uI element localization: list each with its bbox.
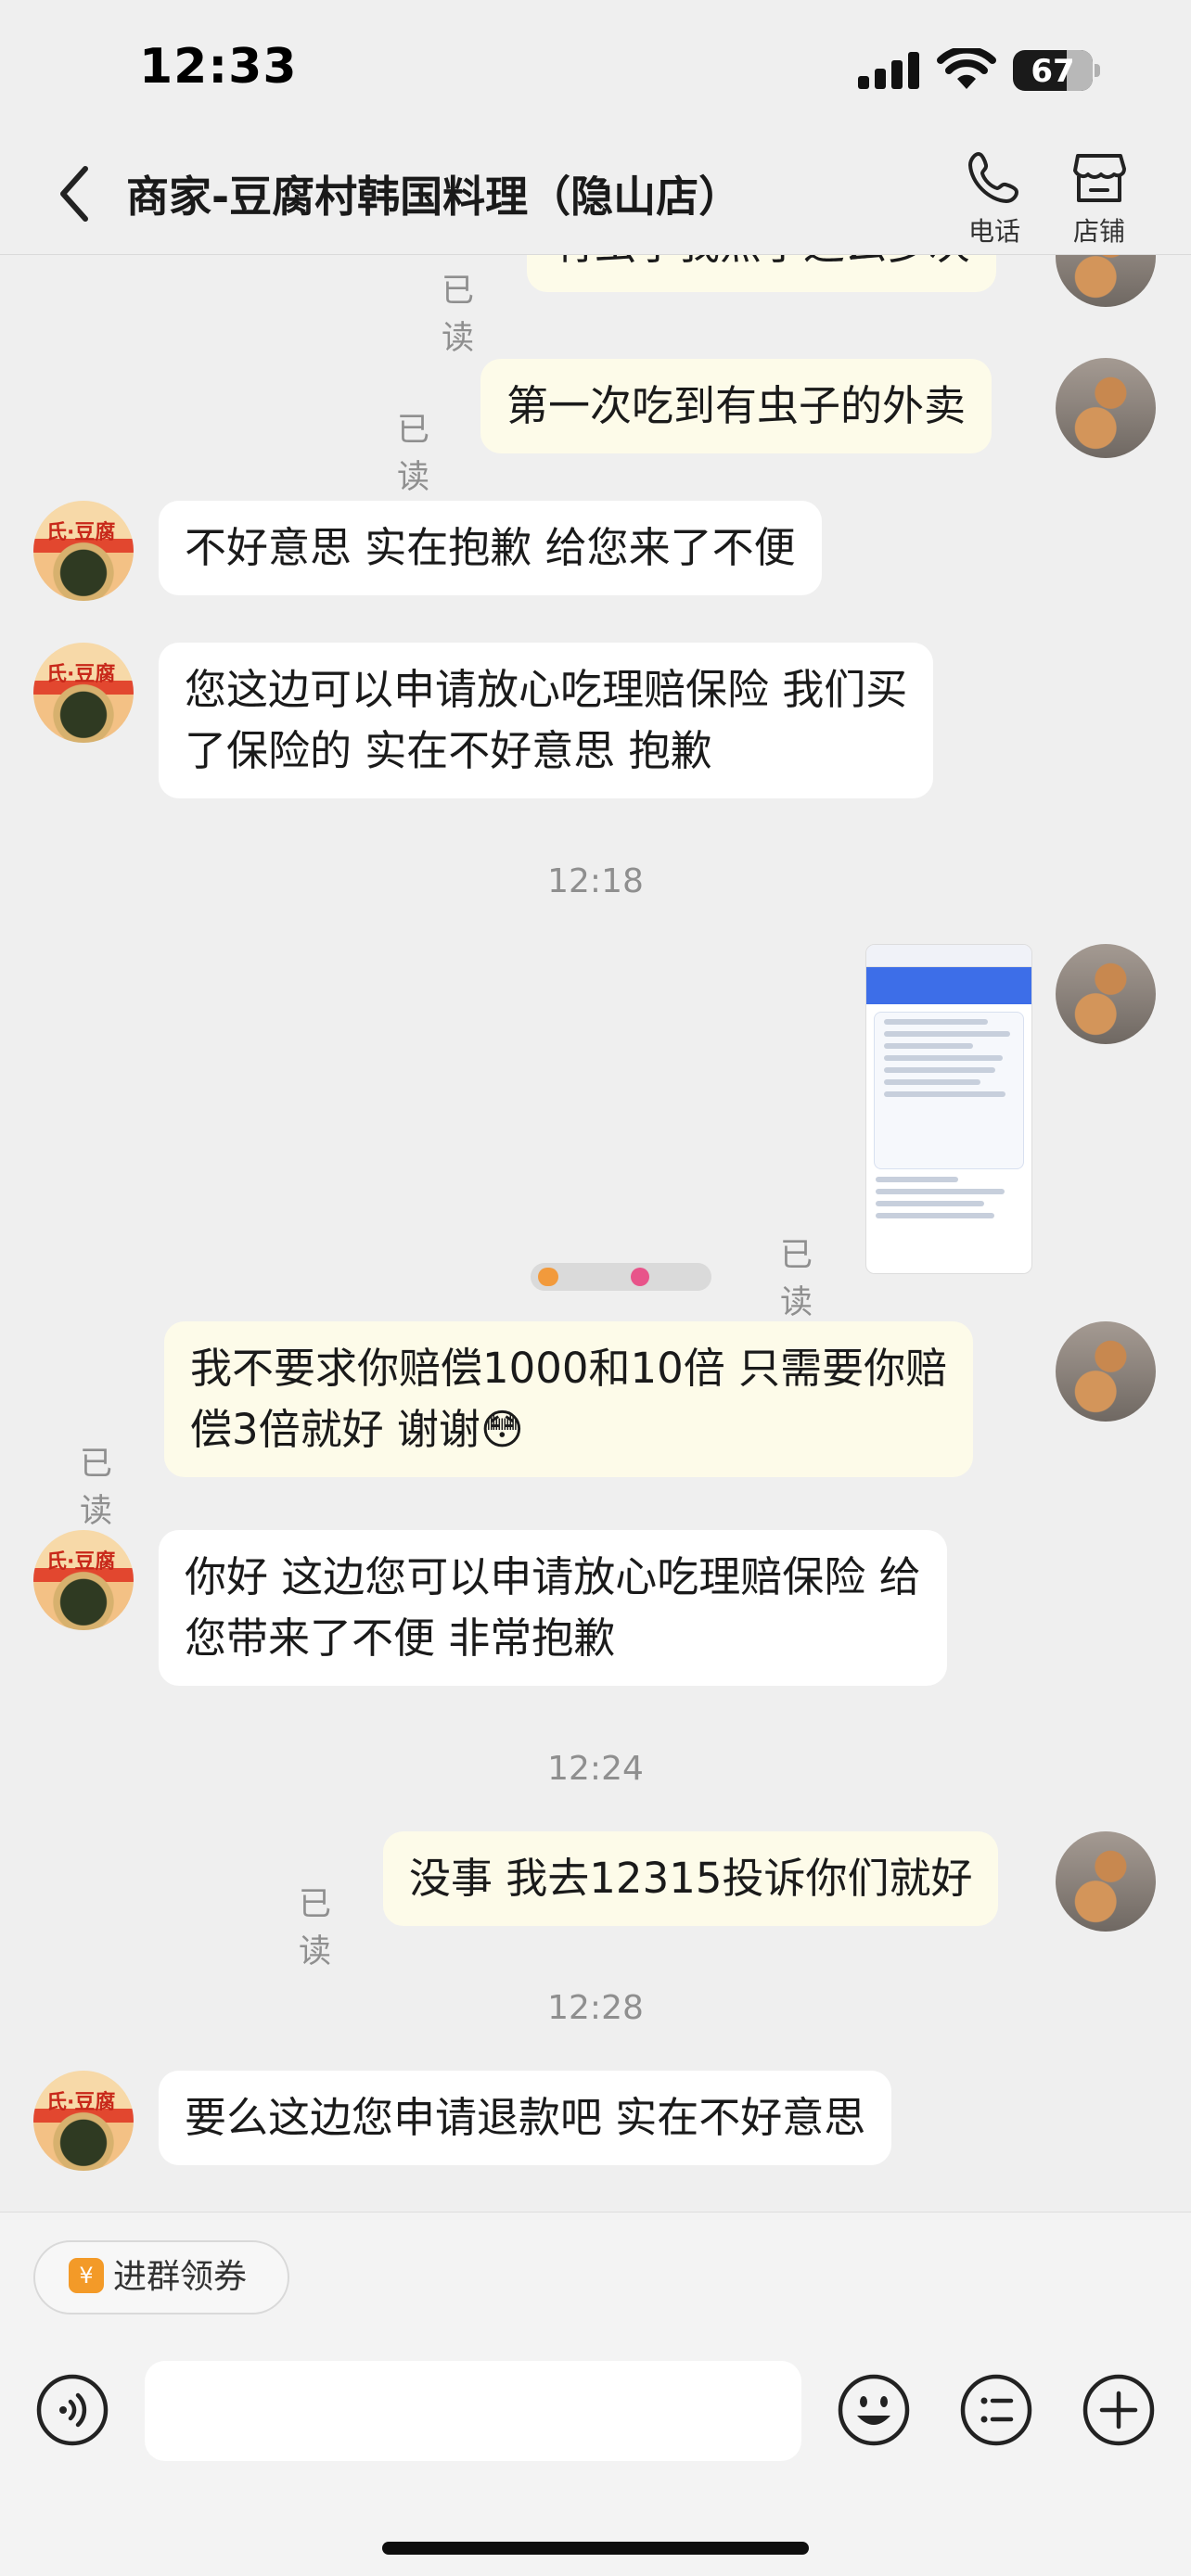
timestamp: 12:24 (547, 1750, 644, 1788)
merchant-avatar[interactable]: 氏·豆腐 (33, 643, 134, 743)
phone-icon (968, 152, 1018, 203)
input-panel: ¥ 进群领券 (0, 2212, 1191, 2576)
message-line: 您带来了不便 非常抱歉 (185, 1613, 616, 1663)
coupon-label: 进群领券 (113, 2258, 248, 2296)
user-avatar[interactable] (1056, 358, 1156, 458)
read-receipt: 已读 (397, 412, 430, 496)
read-receipt: 已读 (299, 1886, 332, 1970)
plus-icon[interactable] (1082, 2373, 1156, 2447)
message-bubble[interactable]: 你好 这边您可以申请放心吃理赔保险 给 您带来了不便 非常抱歉 (159, 1530, 947, 1686)
join-group-coupon-button[interactable]: ¥ 进群领券 (33, 2240, 290, 2315)
timestamp: 12:18 (547, 862, 644, 900)
coupon-icon: ¥ (69, 2258, 104, 2293)
message-bubble[interactable]: 有虫子我点了这么多次 (527, 255, 997, 292)
merchant-avatar[interactable]: 氏·豆腐 (33, 501, 134, 601)
home-indicator (382, 2542, 809, 2555)
message-line: 你好 这边您可以申请放心吃理赔保险 给 (185, 1552, 921, 1601)
merchant-avatar[interactable]: 氏·豆腐 (33, 2071, 134, 2171)
shop-label: 店铺 (1072, 216, 1125, 247)
chevron-left-icon[interactable] (54, 161, 95, 226)
voice-icon[interactable] (35, 2373, 109, 2447)
status-bar: 12:33 67 (0, 0, 1191, 139)
shop-button[interactable]: 店铺 (1057, 148, 1141, 250)
message-line: 我不要求你赔偿1000和10倍 只需要你赔 (190, 1344, 948, 1393)
message-bubble[interactable]: 不好意思 实在抱歉 给您来了不便 (159, 501, 822, 595)
message-bubble[interactable]: 没事 我去12315投诉你们就好 (383, 1831, 999, 1926)
user-avatar[interactable] (1056, 1831, 1156, 1932)
screenshot-image[interactable] (865, 944, 1032, 1274)
merchant-avatar[interactable]: 氏·豆腐 (33, 1530, 134, 1630)
phone-label: 电话 (967, 216, 1020, 247)
emoji-icon[interactable] (837, 2373, 911, 2447)
message-line: 了保险的 实在不好意思 抱歉 (185, 726, 712, 775)
message-input[interactable] (145, 2361, 801, 2461)
phone-button[interactable]: 电话 (953, 148, 1036, 250)
message-bubble[interactable]: 您这边可以申请放心吃理赔保险 我们买 了保险的 实在不好意思 抱歉 (159, 643, 934, 798)
battery-icon: 67 (1013, 50, 1102, 91)
status-time: 12:33 (139, 39, 298, 95)
user-avatar[interactable] (1056, 255, 1156, 307)
wifi-icon (937, 48, 996, 89)
battery-percentage: 67 (1031, 53, 1075, 90)
message-line: 您这边可以申请放心吃理赔保险 我们买 (185, 665, 908, 714)
watermark (531, 1263, 711, 1291)
list-icon[interactable] (959, 2373, 1033, 2447)
user-avatar[interactable] (1056, 1321, 1156, 1422)
chat-header: 商家-豆腐村韩国料理（隐山店） 电话 店铺 (0, 139, 1191, 255)
shop-icon (1073, 154, 1126, 202)
chat-title: 商家-豆腐村韩国料理（隐山店） (126, 172, 742, 222)
read-receipt: 已读 (442, 273, 475, 357)
message-bubble[interactable]: 第一次吃到有虫子的外卖 (480, 359, 992, 453)
message-bubble[interactable]: 要么这边您申请退款吧 实在不好意思 (159, 2071, 892, 2165)
timestamp: 12:28 (547, 1989, 644, 2027)
message-bubble[interactable]: 我不要求你赔偿1000和10倍 只需要你赔 偿3倍就好 谢谢😳 (164, 1321, 974, 1477)
read-receipt: 已读 (80, 1446, 113, 1530)
read-receipt: 已读 (780, 1237, 813, 1321)
flushed-emoji-icon: 😳 (480, 1405, 524, 1454)
user-avatar[interactable] (1056, 944, 1156, 1044)
message-line: 偿3倍就好 谢谢😳 (190, 1405, 524, 1454)
cellular-signal-icon (858, 52, 919, 89)
message-list[interactable]: 有虫子我点了这么多次 已读 第一次吃到有虫子的外卖 已读 氏·豆腐 不好意思 实… (0, 255, 1191, 2212)
